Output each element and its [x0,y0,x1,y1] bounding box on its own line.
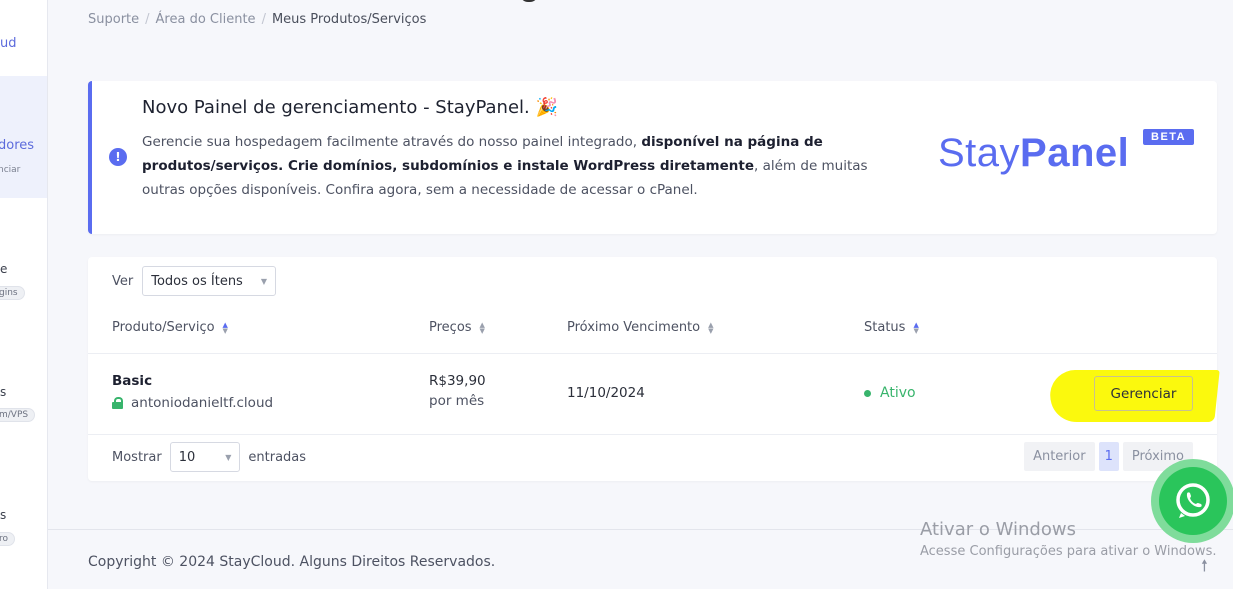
breadcrumb-item-current: Meus Produtos/Serviços [271,12,427,27]
exclamation-circle-icon: ! [109,148,127,166]
lock-icon [112,397,123,409]
price-period: por mês [429,393,485,409]
view-filter-label: Ver [112,273,134,289]
view-filter-value: Todos os Ítens [151,273,243,289]
arrow-up-icon[interactable]: 🠕 [1201,555,1208,582]
sidebar-item-3-pill: m/VPS [0,408,36,422]
column-header-label: Status [864,320,906,335]
chevron-down-icon: ▼ [260,276,267,286]
breadcrumb-item-suporte[interactable]: Suporte [88,12,139,27]
copyright: Copyright © 2024 StayCloud. Alguns Direi… [88,554,496,570]
column-header-due[interactable]: Próximo Vencimento ▲ ▼ [567,320,714,335]
breadcrumb-separator: / [261,12,266,27]
breadcrumb-item-area-cliente[interactable]: Área do Cliente [156,12,256,27]
sort-icon: ▲ ▼ [222,320,228,335]
due-date: 11/10/2024 [567,385,645,401]
sort-icon: ▲ ▼ [479,320,485,335]
column-header-label: Preços [429,320,472,335]
announcement-title: Novo Painel de gerenciamento - StayPanel… [142,97,558,118]
column-header-status[interactable]: Status ▲ ▼ [864,320,919,335]
sidebar-item-2-pill: gins [0,286,25,300]
staypanel-logo: StayPanel [938,131,1129,176]
breadcrumb-separator: / [145,12,150,27]
announcement-body-text: Gerencie sua hospedagem facilmente atrav… [142,134,642,150]
product-domain[interactable]: antoniodanieltf.cloud [112,395,273,411]
logo-stay: Stay [938,131,1021,175]
status-text: Ativo [880,385,916,401]
show-label: Mostrar [112,449,162,465]
column-header-product[interactable]: Produto/Serviço ▲ ▼ [112,320,228,335]
column-header-price[interactable]: Preços ▲ ▼ [429,320,485,335]
sidebar-item-2[interactable]: e [0,262,7,276]
sidebar-item-4[interactable]: s [0,508,6,522]
page-title-fragment [520,0,538,2]
page-size-control: Mostrar 10 ▼ entradas [112,442,306,472]
sidebar-item-active[interactable]: dores nciar [0,76,47,198]
windows-activation-title: Ativar o Windows [920,519,1076,540]
product-name: Basic [112,373,153,389]
pagination-page-1[interactable]: 1 [1098,442,1119,471]
page-size-select[interactable]: 10 ▼ [169,442,241,472]
page-size-value: 10 [178,449,196,465]
breadcrumb: Suporte / Área do Cliente / Meus Produto… [88,12,426,27]
divider [88,434,1217,435]
table-row-price: R$39,90 por mês [429,373,486,409]
view-filter-select[interactable]: Todos os Ítens ▼ [142,266,276,296]
column-header-label: Próximo Vencimento [567,320,701,335]
price-value: R$39,90 [429,373,486,389]
pagination-prev[interactable]: Anterior [1024,442,1095,471]
status-badge: Ativo [864,385,916,401]
product-domain-text: antoniodanieltf.cloud [131,395,274,411]
column-header-label: Produto/Serviço [112,320,215,335]
divider [88,353,1217,354]
announcement-title-text: Novo Painel de gerenciamento - StayPanel… [142,97,530,118]
status-dot-icon [864,389,871,397]
table-row-product: Basic antoniodanieltf.cloud [112,373,273,411]
sidebar-brand[interactable]: ud [0,36,17,51]
sort-icon: ▲ ▼ [913,320,919,335]
sidebar: ud dores nciar e gins s m/VPS s ro [0,0,48,589]
beta-badge: BETA [1143,129,1195,145]
sidebar-item-4-pill: ro [0,532,16,546]
entries-label: entradas [248,449,307,465]
manage-button[interactable]: Gerenciar [1094,376,1193,411]
logo-panel: Panel [1020,131,1130,175]
sidebar-item-sublabel: nciar [0,165,21,175]
chevron-down-icon: ▼ [225,452,232,462]
products-table: Ver Todos os Ítens ▼ Produto/Serviço ▲ ▼ … [88,257,1220,481]
sidebar-item-label: dores [0,138,35,153]
staypanel-announcement: ! Novo Painel de gerenciamento - StayPan… [88,81,1217,234]
sort-icon: ▲ ▼ [708,320,714,335]
announcement-body: Gerencie sua hospedagem facilmente atrav… [142,130,907,202]
whatsapp-icon [1176,483,1210,518]
sidebar-item-3[interactable]: s [0,385,6,399]
whatsapp-button[interactable] [1159,467,1227,535]
party-popper-icon: 🎉 [535,97,558,118]
windows-activation-subtitle: Acesse Configurações para ativar o Windo… [920,544,1217,559]
view-filter: Ver Todos os Ítens ▼ [112,266,276,296]
